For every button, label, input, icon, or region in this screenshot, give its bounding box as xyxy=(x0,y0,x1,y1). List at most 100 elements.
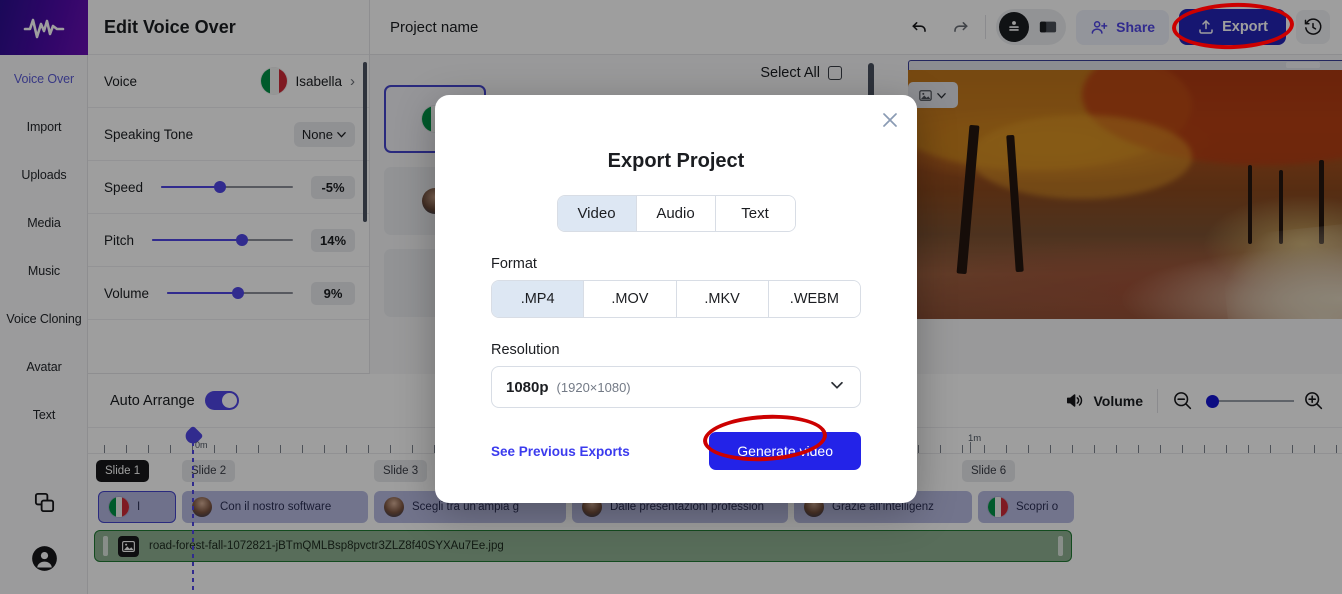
share-button[interactable]: Share xyxy=(1076,9,1170,45)
avatar-layout-icon[interactable] xyxy=(999,12,1030,42)
stage-selection-frame[interactable] xyxy=(908,60,1342,70)
format-option-mp4[interactable]: .MP4 xyxy=(492,281,585,317)
export-type-tab-text[interactable]: Text xyxy=(715,196,795,231)
voice-clip[interactable]: Scopri o xyxy=(978,491,1074,523)
resolution-select[interactable]: 1080p (1920×1080) xyxy=(491,366,861,408)
ruler-tick xyxy=(1094,445,1095,453)
sidebar-item-voice-over[interactable]: Voice Over xyxy=(0,55,88,103)
voice-clip[interactable]: I xyxy=(98,491,176,523)
export-button[interactable]: Export xyxy=(1179,9,1286,45)
ruler-tick xyxy=(258,445,259,453)
zoom-out-icon[interactable] xyxy=(1172,390,1193,411)
undo-icon[interactable] xyxy=(905,12,935,42)
auto-arrange-toggle[interactable] xyxy=(204,391,239,410)
zoom-in-icon[interactable] xyxy=(1303,390,1324,411)
clip-handle-right[interactable] xyxy=(1058,536,1063,556)
app-logo[interactable] xyxy=(0,0,88,55)
sidebar-item-label: Voice Cloning xyxy=(6,312,82,326)
select-all-label: Select All xyxy=(760,65,820,81)
close-icon[interactable] xyxy=(879,109,901,131)
ruler-tick xyxy=(1270,445,1271,453)
sidebar-item-voice-cloning[interactable]: Voice Cloning xyxy=(0,295,88,343)
sidebar-item-avatar[interactable]: Avatar xyxy=(0,343,88,391)
add-person-icon xyxy=(1091,20,1108,34)
upload-icon xyxy=(1199,19,1213,34)
clip-handle-left[interactable] xyxy=(103,536,108,556)
select-all-checkbox[interactable] xyxy=(828,66,842,80)
sidebar-item-text[interactable]: Text xyxy=(0,391,88,439)
dialog-title: Export Project xyxy=(607,150,745,172)
sidebar-item-media[interactable]: Media xyxy=(0,199,88,247)
slide-layout-icon[interactable] xyxy=(1033,12,1063,42)
italy-flag-icon xyxy=(988,497,1008,517)
generate-video-button[interactable]: Generate video xyxy=(709,432,861,470)
page-title: Edit Voice Over xyxy=(88,0,369,55)
sidebar-item-label: Text xyxy=(32,408,56,422)
voice-name: Isabella xyxy=(295,73,342,89)
history-clock-icon[interactable] xyxy=(1296,10,1330,44)
image-icon xyxy=(118,535,139,557)
ruler-tick xyxy=(1204,445,1205,453)
format-options: .MP4 .MOV .MKV .WEBM xyxy=(491,280,861,318)
media-clip-filename: road-forest-fall-1072821-jBTmQMLBsp8pvct… xyxy=(149,540,504,552)
stage-image[interactable] xyxy=(908,70,1342,319)
ruler-tick xyxy=(236,445,237,453)
voice-row[interactable]: Voice Isabella › xyxy=(88,55,369,108)
auto-arrange-label: Auto Arrange xyxy=(110,392,195,409)
redo-icon[interactable] xyxy=(945,12,975,42)
speaker-icon xyxy=(1067,394,1083,407)
export-type-tab-audio[interactable]: Audio xyxy=(636,196,716,231)
edit-voice-over-panel: Edit Voice Over Voice Isabella › Speakin… xyxy=(88,0,370,374)
ruler-tick xyxy=(962,445,963,453)
format-option-webm[interactable]: .WEBM xyxy=(768,281,860,317)
sidebar-item-music[interactable]: Music xyxy=(0,247,88,295)
slide-tag[interactable]: Slide 2 xyxy=(182,460,236,482)
speaking-tone-label: Speaking Tone xyxy=(104,126,194,142)
see-previous-exports-link[interactable]: See Previous Exports xyxy=(491,444,630,459)
ruler-tick xyxy=(1336,445,1337,453)
voice-clip[interactable]: Con il nostro software xyxy=(182,491,368,523)
speed-row: Speed -5% xyxy=(88,161,369,214)
auto-arrange-control[interactable]: Auto Arrange xyxy=(110,391,239,410)
italy-flag-icon xyxy=(109,497,129,517)
slide-tag[interactable]: Slide 3 xyxy=(374,460,428,482)
speaking-tone-value: None xyxy=(301,126,333,142)
ruler-tick xyxy=(214,445,215,453)
ruler-tick xyxy=(1226,445,1227,453)
avatar xyxy=(192,497,212,517)
speaking-tone-dropdown[interactable]: None xyxy=(293,121,355,147)
account-icon[interactable] xyxy=(0,530,88,586)
media-track: road-forest-fall-1072821-jBTmQMLBsp8pvct… xyxy=(88,530,1342,564)
ruler-tick xyxy=(280,445,281,453)
sidebar-item-import[interactable]: Import xyxy=(0,103,88,151)
sidebar-item-label: Import xyxy=(26,120,62,134)
avatar xyxy=(384,497,404,517)
ruler-tick xyxy=(192,445,193,453)
pitch-slider[interactable] xyxy=(152,232,293,248)
volume-value: 9% xyxy=(311,281,355,305)
panel-scrollbar[interactable] xyxy=(363,62,367,222)
speed-value: -5% xyxy=(311,175,355,199)
export-type-tab-video[interactable]: Video xyxy=(557,196,637,231)
volume-slider[interactable] xyxy=(167,285,293,301)
sidebar-item-label: Music xyxy=(27,264,61,278)
speed-slider[interactable] xyxy=(161,179,293,195)
stage xyxy=(908,60,1342,360)
slide-tag[interactable]: Slide 6 xyxy=(962,460,1016,482)
ruler-tick xyxy=(170,445,171,453)
format-option-mkv[interactable]: .MKV xyxy=(676,281,769,317)
ruler-tick xyxy=(1182,445,1183,453)
sidebar-item-uploads[interactable]: Uploads xyxy=(0,151,88,199)
left-nav-rail: Voice Over Import Uploads Media Music Voice C… xyxy=(0,0,88,594)
chevron-right-icon[interactable]: › xyxy=(350,73,355,90)
view-mode-toggle[interactable] xyxy=(996,9,1067,45)
zoom-slider[interactable] xyxy=(1202,394,1294,408)
timeline-volume-button[interactable]: Volume xyxy=(1066,392,1143,409)
slide-tag[interactable]: Slide 1 xyxy=(96,460,150,482)
format-option-mov[interactable]: .MOV xyxy=(584,281,677,317)
layers-icon[interactable] xyxy=(0,474,88,530)
media-clip[interactable]: road-forest-fall-1072821-jBTmQMLBsp8pvct… xyxy=(94,530,1072,562)
select-all-control[interactable]: Select All xyxy=(760,65,842,81)
project-name-field[interactable]: Project name xyxy=(370,19,478,36)
image-icon xyxy=(919,89,932,101)
